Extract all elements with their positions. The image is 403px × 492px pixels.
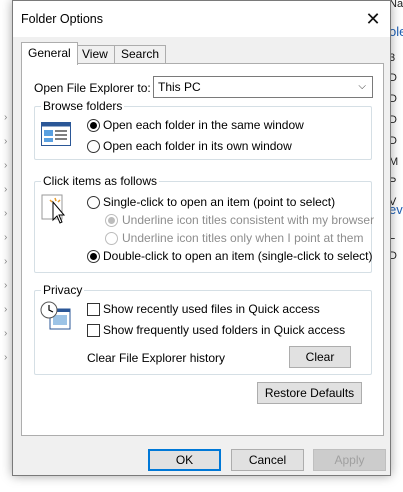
tab-view[interactable]: View — [75, 45, 115, 64]
recent-files-clock-icon — [40, 301, 72, 334]
browse-folders-group: Browse folders Open each folder in the s… — [34, 99, 372, 160]
folder-window-icon — [41, 122, 71, 149]
clear-button[interactable]: Clear — [289, 346, 351, 368]
click-items-group: Click items as follows Single-click to o… — [34, 174, 374, 273]
bg-text-0: Nam — [389, 0, 403, 10]
checkbox-frequent-folders[interactable] — [87, 324, 100, 337]
browse-folders-legend: Browse folders — [41, 99, 125, 113]
chevron-down-icon: ⌵ — [358, 81, 366, 92]
background-app-left — [0, 0, 12, 492]
chevron-right-icon: › — [4, 256, 8, 267]
close-icon[interactable]: ✕ — [356, 1, 390, 37]
chevron-right-icon: › — [4, 208, 8, 219]
chevron-right-icon: › — [4, 136, 8, 147]
privacy-group: Privacy Show recently used files in Quic… — [34, 283, 372, 375]
folder-options-dialog: Folder Options ✕ General View Search Ope… — [12, 0, 391, 476]
own-window-label[interactable]: Open each folder in its own window — [103, 139, 292, 153]
recent-files-label[interactable]: Show recently used files in Quick access — [103, 302, 320, 316]
bg-text-1: ole — [389, 24, 403, 39]
single-click-label[interactable]: Single-click to open an item (point to s… — [103, 195, 335, 209]
chevron-right-icon: › — [4, 328, 8, 339]
double-click-label[interactable]: Double-click to open an item (single-cli… — [103, 249, 372, 263]
chevron-right-icon: › — [4, 304, 8, 315]
chevron-right-icon: › — [4, 232, 8, 243]
radio-double-click[interactable] — [87, 250, 100, 263]
open-explorer-select[interactable]: This PC ⌵ — [153, 76, 373, 98]
radio-own-window[interactable] — [87, 140, 100, 153]
bg-text-10: ev — [389, 202, 403, 217]
title-bar[interactable]: Folder Options ✕ — [13, 1, 390, 37]
general-tab-panel: Open File Explorer to: This PC ⌵ Browse … — [21, 63, 384, 436]
background-app-right: Nam ole 3 D D D D M P V ev L D — [389, 0, 403, 492]
click-items-legend: Click items as follows — [41, 174, 160, 188]
frequent-folders-label[interactable]: Show frequently used folders in Quick ac… — [103, 323, 345, 337]
underline-browser-label[interactable]: Underline icon titles consistent with my… — [122, 213, 374, 227]
radio-same-window[interactable] — [87, 119, 100, 132]
ok-button[interactable]: OK — [148, 449, 221, 471]
radio-underline-browser[interactable] — [105, 214, 118, 227]
radio-single-click[interactable] — [87, 196, 100, 209]
clear-history-label: Clear File Explorer history — [87, 351, 226, 365]
same-window-label[interactable]: Open each folder in the same window — [103, 118, 304, 132]
open-explorer-value: This PC — [158, 80, 201, 94]
radio-underline-point[interactable] — [105, 232, 118, 245]
pointer-click-icon — [41, 194, 71, 229]
apply-button[interactable]: Apply — [313, 449, 386, 471]
tab-general[interactable]: General — [21, 42, 78, 65]
cancel-button[interactable]: Cancel — [231, 449, 304, 471]
chevron-right-icon: › — [4, 184, 8, 195]
chevron-right-icon: › — [4, 112, 8, 123]
tab-search[interactable]: Search — [114, 45, 167, 64]
open-explorer-label: Open File Explorer to: — [34, 81, 151, 95]
chevron-right-icon: › — [4, 160, 8, 171]
restore-defaults-button[interactable]: Restore Defaults — [257, 382, 362, 404]
underline-point-label[interactable]: Underline icon titles only when I point … — [122, 231, 363, 245]
privacy-legend: Privacy — [41, 283, 85, 297]
dialog-title: Folder Options — [21, 12, 103, 26]
checkbox-recent-files[interactable] — [87, 303, 100, 316]
chevron-right-icon: › — [4, 352, 8, 363]
chevron-right-icon: › — [4, 280, 8, 291]
